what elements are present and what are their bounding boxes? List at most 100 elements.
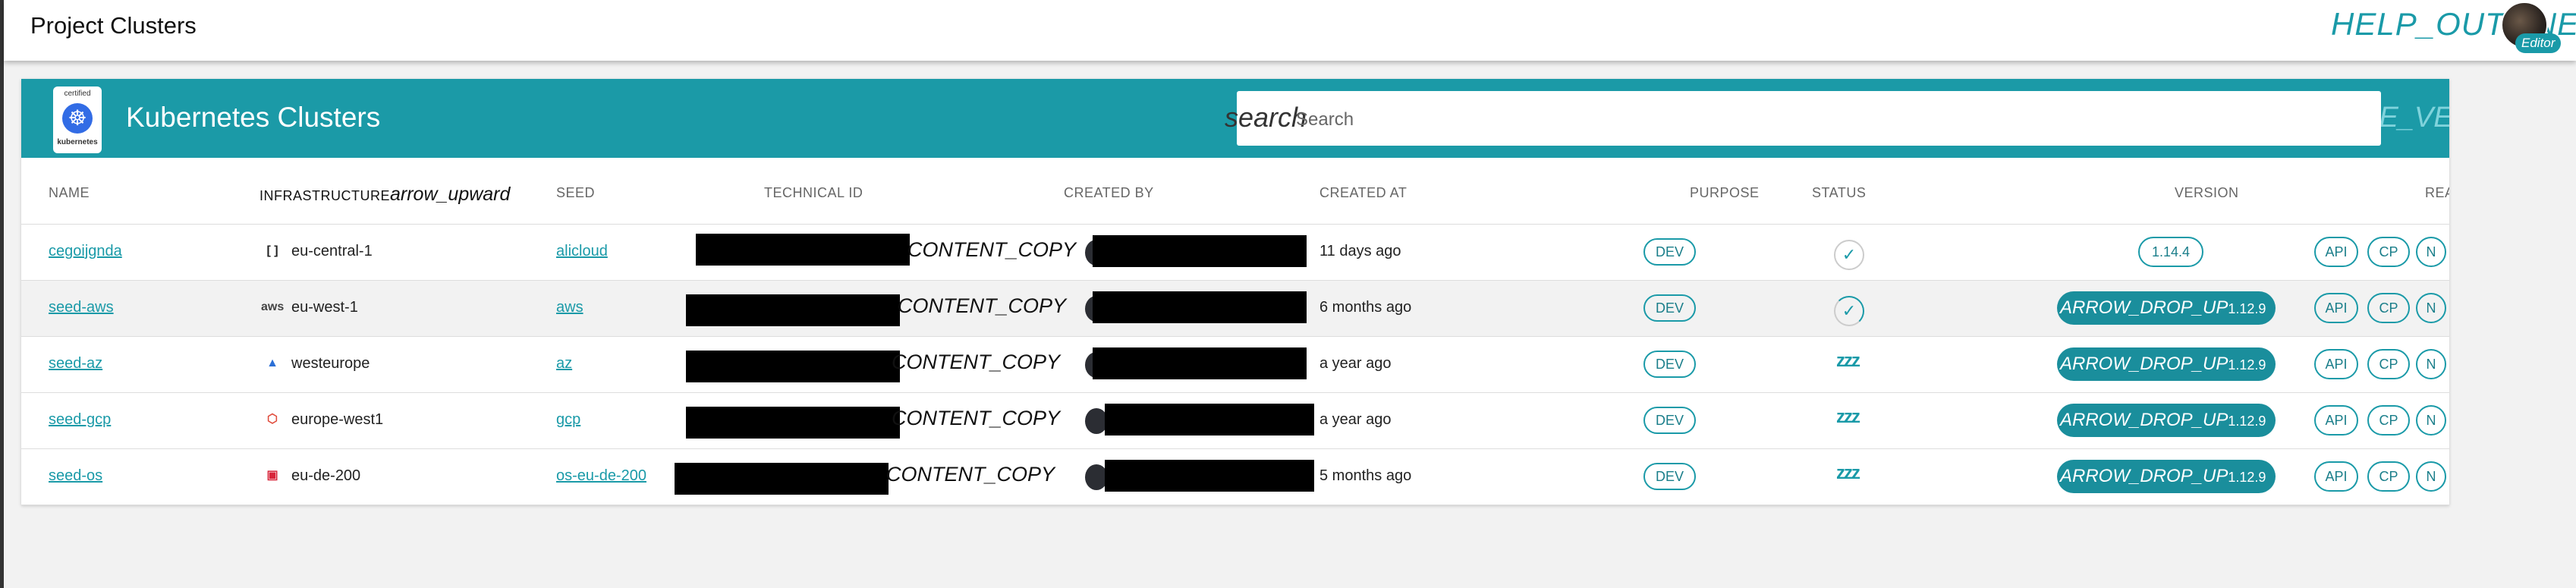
seed-cell: aws (556, 299, 583, 316)
redacted-technical-id (686, 294, 900, 326)
version-update-button[interactable]: ARROW_DROP_UP1.12.9 (2057, 291, 2276, 325)
card-title: Kubernetes Clusters (126, 102, 381, 133)
gcp-icon: ⬡ (267, 413, 278, 426)
col-purpose[interactable]: PURPOSE (1690, 185, 1760, 201)
col-version[interactable]: VERSION (2175, 185, 2239, 201)
col-readiness[interactable]: REA (2425, 185, 2449, 201)
version-chip[interactable]: 1.14.4 (2138, 237, 2204, 267)
app-toolbar: Project Clusters (4, 0, 2576, 61)
redacted-technical-id (686, 351, 900, 382)
table-row[interactable]: seed-az ▲ westeurope az CONTENT_COPY a y… (21, 337, 2449, 393)
seed-link[interactable]: os-eu-de-200 (556, 467, 646, 484)
role-badge: Editor (2515, 33, 2562, 53)
arrow-drop-up-icon: ARROW_DROP_UP (2060, 410, 2228, 430)
content-copy-icon[interactable]: CONTENT_COPY (892, 351, 1060, 374)
col-status[interactable]: STATUS (1812, 185, 1866, 201)
api-button[interactable]: API (2314, 237, 2358, 267)
seed-cell: os-eu-de-200 (556, 467, 646, 485)
col-infrastructure-label: INFRASTRUCTURE (259, 188, 390, 203)
cluster-name-link[interactable]: seed-gcp (49, 411, 111, 428)
nodes-button[interactable]: N (2416, 461, 2446, 492)
purpose-chip: DEV (1643, 407, 1697, 434)
created-at-text: 11 days ago (1319, 243, 1401, 259)
arrow-drop-up-icon: ARROW_DROP_UP (2060, 354, 2228, 374)
cp-button[interactable]: CP (2367, 461, 2410, 492)
api-button[interactable]: API (2314, 293, 2358, 323)
table-row[interactable]: cegoijgnda [ ] eu-central-1 alicloud CON… (21, 225, 2449, 281)
content-copy-icon[interactable]: CONTENT_COPY (898, 294, 1066, 318)
aws-icon: aws (261, 300, 285, 313)
purpose-chip: DEV (1643, 238, 1697, 266)
search-input[interactable]: Search (1296, 109, 1354, 130)
redacted-technical-id (675, 463, 889, 495)
cp-button[interactable]: CP (2367, 349, 2410, 379)
cluster-name-cell: seed-os (49, 467, 102, 485)
version-update-button[interactable]: ARROW_DROP_UP1.12.9 (2057, 460, 2276, 493)
cluster-name-link[interactable]: seed-aws (49, 299, 114, 316)
nodes-button[interactable]: N (2416, 405, 2446, 435)
nodes-button[interactable]: N (2416, 349, 2446, 379)
col-created-at[interactable]: CREATED AT (1319, 185, 1407, 201)
cp-button[interactable]: CP (2367, 237, 2410, 267)
cp-button[interactable]: CP (2367, 405, 2410, 435)
kubernetes-certified-logo: certified ☸ kubernetes (53, 86, 102, 153)
content-copy-icon[interactable]: CONTENT_COPY (892, 407, 1060, 430)
version-label: 1.12.9 (2228, 470, 2266, 485)
seed-link[interactable]: alicloud (556, 243, 608, 259)
redacted-created-by (1093, 235, 1307, 267)
arrow-drop-up-icon: ARROW_DROP_UP (2060, 297, 2228, 318)
hibernated-icon: zzz (1836, 351, 1860, 371)
content-copy-icon[interactable]: CONTENT_COPY (907, 238, 1076, 262)
helm-wheel-icon: ☸ (62, 103, 93, 134)
clusters-card: certified ☸ kubernetes Kubernetes Cluste… (21, 79, 2449, 505)
created-at-text: 6 months ago (1319, 299, 1412, 316)
cluster-name-cell: seed-aws (49, 299, 114, 316)
api-button[interactable]: API (2314, 461, 2358, 492)
content-copy-icon[interactable]: CONTENT_COPY (886, 463, 1055, 486)
seed-link[interactable]: gcp (556, 411, 580, 428)
left-nav-edge (0, 0, 4, 588)
cluster-name-cell: seed-gcp (49, 411, 111, 429)
version-label: 1.12.9 (2228, 413, 2266, 429)
api-button[interactable]: API (2314, 405, 2358, 435)
redacted-created-by (1105, 404, 1314, 435)
seed-link[interactable]: az (556, 355, 572, 372)
purpose-chip: DEV (1643, 294, 1697, 322)
table-row[interactable]: seed-os ▣ eu-de-200 os-eu-de-200 CONTENT… (21, 449, 2449, 505)
col-technical-id[interactable]: TECHNICAL ID (764, 185, 863, 201)
logo-certified-text: certified (64, 90, 91, 98)
nodes-button[interactable]: N (2416, 293, 2446, 323)
seed-cell: gcp (556, 411, 580, 429)
status-progressing-icon: ✓ (1834, 296, 1864, 326)
nodes-button[interactable]: N (2416, 237, 2446, 267)
table-row[interactable]: seed-gcp ⬡ europe-west1 gcp CONTENT_COPY… (21, 393, 2449, 449)
api-button[interactable]: API (2314, 349, 2358, 379)
region-text: eu-west-1 (291, 299, 358, 316)
created-at-text: a year ago (1319, 411, 1392, 428)
col-created-by[interactable]: CREATED BY (1064, 185, 1154, 201)
cluster-name-link[interactable]: seed-az (49, 355, 102, 372)
seed-link[interactable]: aws (556, 299, 583, 316)
version-label: 1.12.9 (2228, 357, 2266, 373)
search-field[interactable] (1237, 91, 2381, 146)
azure-icon: ▲ (266, 357, 278, 369)
col-infrastructure[interactable]: INFRASTRUCTUREarrow_upward (259, 184, 510, 206)
hibernated-icon: zzz (1836, 407, 1860, 427)
cluster-name-link[interactable]: cegoijgnda (49, 243, 122, 259)
redacted-created-by (1105, 460, 1314, 492)
region-text: europe-west1 (291, 411, 384, 428)
cluster-name-cell: cegoijgnda (49, 243, 122, 260)
redacted-technical-id (686, 407, 900, 439)
seed-cell: az (556, 355, 572, 373)
version-update-button[interactable]: ARROW_DROP_UP1.12.9 (2057, 404, 2276, 437)
col-seed[interactable]: SEED (556, 185, 595, 201)
table-header: NAME INFRASTRUCTUREarrow_upward SEED TEC… (21, 158, 2449, 225)
table-row[interactable]: seed-aws aws eu-west-1 aws CONTENT_COPY … (21, 281, 2449, 337)
col-name[interactable]: NAME (49, 185, 90, 201)
cp-button[interactable]: CP (2367, 293, 2410, 323)
arrow-upward-icon: arrow_upward (390, 184, 511, 205)
hibernated-icon: zzz (1836, 463, 1860, 483)
version-update-button[interactable]: ARROW_DROP_UP1.12.9 (2057, 347, 2276, 381)
cluster-name-link[interactable]: seed-os (49, 467, 102, 484)
created-at-text: 5 months ago (1319, 467, 1412, 484)
